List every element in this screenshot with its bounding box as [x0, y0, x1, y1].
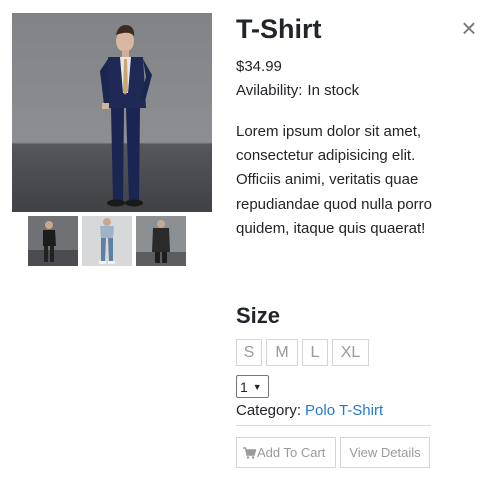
thumbnail-blue-jeans[interactable] [82, 216, 132, 266]
close-icon[interactable]: × [461, 13, 476, 43]
size-option-xl[interactable]: XL [332, 339, 369, 366]
product-main-image [12, 13, 212, 212]
product-price: $34.99 [236, 58, 282, 75]
size-option-s[interactable]: S [236, 339, 262, 366]
quick-view-modal: × T-Shirt $34.99 Avilability: In stock L… [0, 0, 491, 478]
size-option-l[interactable]: L [302, 339, 328, 366]
category-link[interactable]: Polo T-Shirt [305, 402, 383, 419]
divider [236, 425, 431, 426]
category: Category: Polo T-Shirt [236, 402, 383, 419]
add-to-cart-button[interactable]: Add To Cart [236, 437, 336, 468]
availability-label: Avilability: [236, 82, 303, 99]
quantity-select[interactable]: 1 ▼ [236, 375, 269, 398]
quantity-value: 1 [240, 378, 248, 395]
availability-value: In stock [307, 82, 360, 99]
add-to-cart-label: Add To Cart [257, 445, 326, 460]
action-buttons: Add To Cart View Details [236, 437, 430, 468]
caret-down-icon: ▼ [252, 381, 262, 392]
availability: Avilability: In stock [236, 82, 359, 99]
shopping-cart-icon [243, 446, 257, 459]
view-details-button[interactable]: View Details [340, 437, 430, 468]
thumbnail-list [28, 216, 186, 266]
category-label: Category: [236, 402, 302, 419]
thumbnail-black-outfit[interactable] [28, 216, 78, 266]
product-description: Lorem ipsum dolor sit amet, consectetur … [236, 123, 432, 237]
product-title: T-Shirt [236, 14, 322, 44]
size-option-m[interactable]: M [266, 339, 298, 366]
size-heading: Size [236, 303, 281, 328]
close-button[interactable]: × [458, 13, 480, 43]
thumbnail-dark-coat[interactable] [136, 216, 186, 266]
size-options: S M L XL [236, 339, 369, 366]
